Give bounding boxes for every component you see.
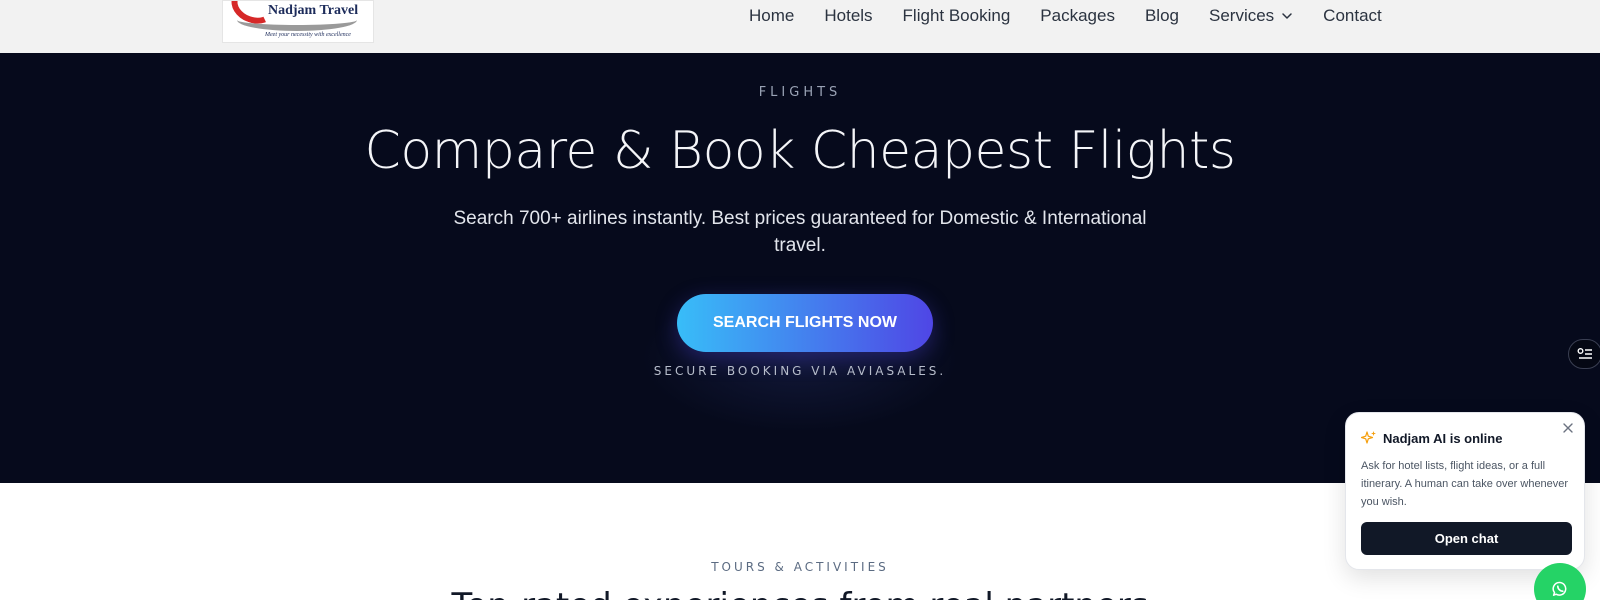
nav-home[interactable]: Home bbox=[749, 6, 794, 26]
chat-title: Nadjam AI is online bbox=[1383, 430, 1503, 446]
chat-title-row: Nadjam AI is online bbox=[1361, 430, 1502, 446]
search-flights-button[interactable]: SEARCH FLIGHTS NOW bbox=[677, 294, 933, 352]
nav-home-label: Home bbox=[749, 6, 795, 25]
nav-blog[interactable]: Blog bbox=[1145, 6, 1179, 26]
secure-booking-note: SECURE BOOKING VIA AVIASALES. bbox=[653, 364, 947, 378]
nav-services-label: Services bbox=[1208, 6, 1275, 25]
logo-name: Nadjam Travel bbox=[268, 3, 359, 18]
sparkle-icon bbox=[1361, 431, 1376, 444]
logo-tagline: Meet your necessity with excellence bbox=[265, 32, 351, 38]
hero-subtitle: Search 700+ airlines instantly. Best pri… bbox=[453, 208, 1147, 256]
logo[interactable]: Nadjam Travel Meet your necessity with e… bbox=[222, 0, 374, 43]
list-settings-icon bbox=[1577, 348, 1592, 359]
nav-hotels[interactable]: Hotels bbox=[824, 6, 872, 26]
site-header: Nadjam Travel Meet your necessity with e… bbox=[0, 0, 1600, 53]
nav-flight-booking-label: Flight Booking bbox=[902, 6, 1011, 25]
nav-hotels-label: Hotels bbox=[824, 6, 873, 25]
side-tab-button[interactable] bbox=[1568, 339, 1600, 369]
nav-blog-label: Blog bbox=[1144, 6, 1179, 25]
nav-contact-label: Contact bbox=[1323, 6, 1382, 25]
main-nav: Home Hotels Flight Booking Packages Blog… bbox=[749, 5, 1382, 27]
search-flights-button-label: SEARCH FLIGHTS NOW bbox=[713, 314, 897, 331]
chat-body-text: Ask for hotel lists, flight ideas, or a … bbox=[1361, 460, 1569, 508]
nav-packages-label: Packages bbox=[1040, 6, 1115, 25]
hero-title: Compare & Book Cheapest Flights bbox=[364, 121, 1236, 181]
tours-heading: Top-rated experiences from real partners bbox=[0, 586, 1600, 600]
nav-services[interactable]: Services bbox=[1209, 6, 1293, 26]
nav-contact[interactable]: Contact bbox=[1323, 6, 1382, 26]
open-chat-button[interactable]: Open chat bbox=[1361, 522, 1572, 555]
hero-eyebrow: FLIGHTS bbox=[758, 85, 842, 100]
chevron-down-icon bbox=[1282, 13, 1292, 19]
chat-popup: Nadjam AI is online Ask for hotel lists,… bbox=[1345, 412, 1585, 570]
nav-packages[interactable]: Packages bbox=[1040, 6, 1115, 26]
close-icon[interactable] bbox=[1561, 421, 1575, 435]
nav-flight-booking[interactable]: Flight Booking bbox=[903, 6, 1011, 26]
whatsapp-icon bbox=[1552, 581, 1567, 596]
open-chat-button-label: Open chat bbox=[1434, 531, 1499, 546]
